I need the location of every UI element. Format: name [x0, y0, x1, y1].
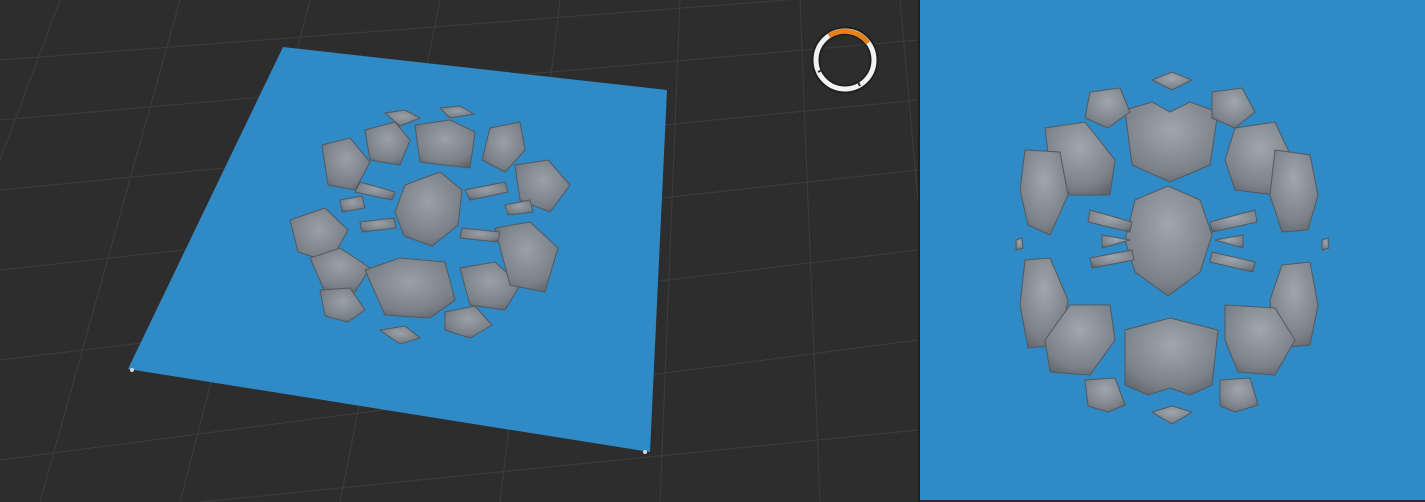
- preview-rosette: [1015, 71, 1330, 425]
- viewport-3d[interactable]: [0, 0, 918, 502]
- preview-canvas: [1015, 71, 1330, 425]
- viewport-canvas[interactable]: [0, 0, 918, 502]
- heightmap-preview: [920, 0, 1425, 500]
- orbit-ring-icon[interactable]: [811, 26, 879, 94]
